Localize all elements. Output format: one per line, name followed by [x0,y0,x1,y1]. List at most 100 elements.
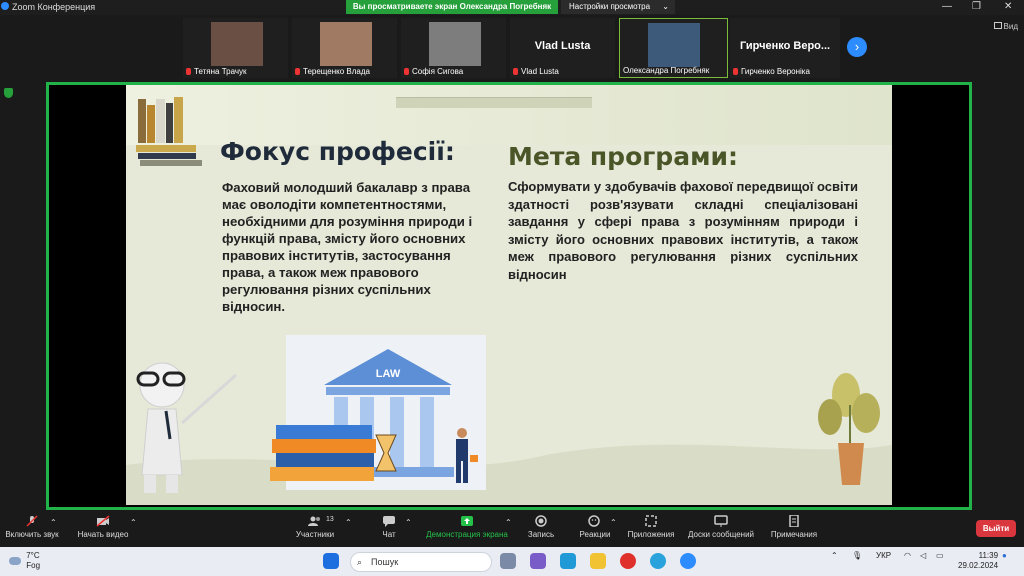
muted-mic-icon [404,68,409,76]
window-title: Zoom Конференция [12,2,96,12]
teams-icon[interactable] [530,553,546,569]
clock-date: 29.02.2024 [958,561,999,570]
chevron-down-icon: ⌄ [662,2,669,11]
file-explorer-icon[interactable] [590,553,606,569]
participant-name: Тетяна Трачук [186,67,247,76]
task-view-icon[interactable] [500,553,516,569]
windows-start-icon[interactable] [323,553,339,569]
mic-muted-icon [26,515,38,527]
whiteboards-button[interactable]: Доски сообщений [686,515,756,539]
edge-browser-icon[interactable] [560,553,576,569]
record-icon [535,515,547,527]
participant-tile[interactable]: Терещенко Влада [292,18,397,78]
slide-text-goal: Сформувати у здобувачів фахової передвищ… [508,179,858,282]
reactions-button[interactable]: Реакции [576,515,614,539]
wifi-icon[interactable]: ◠ [904,551,911,560]
next-participants-button[interactable]: › [847,37,867,57]
participant-name: Гирченко Вероніка [733,67,810,76]
participant-big-name: Vlad Lusta [534,40,591,52]
volume-icon[interactable]: ◁ [920,551,926,560]
weather-temp: 7°C [26,551,40,560]
start-video-button[interactable]: Начать видео [74,515,132,539]
apps-button[interactable]: Приложения [627,515,675,539]
taskbar-search[interactable]: ⌕ Пошук [350,552,492,572]
participant-tile[interactable]: Тетяна Трачук [183,18,288,78]
law-illustration: LAW [126,335,892,505]
leave-button[interactable]: Выйти [976,520,1016,537]
participant-tile[interactable]: Vlad Lusta Vlad Lusta [510,18,615,78]
notification-icon[interactable]: ● [1002,551,1007,560]
participant-name: Терещенко Влада [295,67,370,76]
whiteboards-label: Доски сообщений [687,530,754,539]
unmute-label: Включить звук [5,530,59,539]
participant-name: Софія Сигова [404,67,463,76]
chat-chevron-icon[interactable]: ⌃ [405,518,412,527]
participant-video [320,22,372,66]
view-button-label: Вид [1003,22,1018,31]
record-button[interactable]: Запись [524,515,558,539]
minimize-icon[interactable]: — [942,1,952,12]
muted-mic-icon [295,68,300,76]
notes-button[interactable]: Примечания [768,515,820,539]
participant-name: Олександра Погребняк [623,66,710,75]
muted-mic-icon [513,68,518,76]
share-screen-icon [461,516,473,526]
share-banner: Вы просматриваете экран Олександра Погре… [346,0,558,14]
weather-widget[interactable]: 7°C Fog [9,551,40,571]
zoom-taskbar-icon[interactable] [680,553,696,569]
video-options-chevron-icon[interactable]: ⌃ [130,518,137,527]
chat-label: Чат [382,530,396,539]
participants-icon [308,516,320,526]
clock-time: 11:39 [978,551,999,560]
share-screen-button[interactable]: Демонстрация экрана [423,515,511,539]
language-indicator[interactable]: УКР [876,551,891,560]
video-off-icon [96,515,110,527]
reactions-chevron-icon[interactable]: ⌃ [610,518,617,527]
share-chevron-icon[interactable]: ⌃ [505,518,512,527]
slide-heading-focus: Фокус професії: [220,137,455,166]
opera-icon[interactable] [620,553,636,569]
chat-button[interactable]: Чат [374,515,404,539]
grid-icon [993,22,1002,29]
slide-heading-goal: Мета програми: [508,142,739,171]
audio-options-chevron-icon[interactable]: ⌃ [50,518,57,527]
share-screen-label: Демонстрация экрана [426,530,508,539]
microphone-tray-icon[interactable]: 🎙 [852,551,862,560]
books-icon [136,97,202,166]
view-options-label: Настройки просмотра [569,2,651,11]
slide-decor-bar [396,97,592,108]
participant-video [211,22,263,66]
view-button[interactable]: Вид [993,22,1018,31]
telegram-icon[interactable] [650,553,666,569]
participant-video [648,23,700,67]
zoom-logo-icon [1,2,9,10]
participant-tile[interactable]: Гирченко Веро... Гирченко Вероніка [730,18,840,78]
participant-name: Vlad Lusta [513,67,559,76]
apps-icon [645,515,657,527]
participant-tile-active[interactable]: Олександра Погребняк [619,18,728,78]
participants-chevron-icon[interactable]: ⌃ [345,518,352,527]
start-video-label: Начать видео [77,530,129,539]
fog-icon [9,557,21,565]
slide-text-focus: Фаховий молодший бакалавр з права має ов… [222,180,473,314]
muted-mic-icon [186,68,191,76]
chat-icon [383,516,395,527]
reactions-label: Реакции [579,530,611,539]
battery-icon[interactable]: ▭ [936,551,944,560]
tray-overflow-icon[interactable]: ⌃ [831,551,838,560]
search-placeholder: Пошук [371,557,399,567]
participants-count: 13 [326,516,334,523]
reactions-icon [588,515,600,527]
law-label: LAW [376,368,401,380]
apps-label: Приложения [627,530,675,539]
maximize-icon[interactable]: ❐ [972,1,981,12]
participant-tile[interactable]: Софія Сигова [401,18,506,78]
view-options-button[interactable]: Настройки просмотра ⌄ [561,0,675,14]
taskbar-clock[interactable]: 11:39 29.02.2024 [958,551,998,571]
participant-video [429,22,481,66]
muted-mic-icon [733,68,738,76]
slide-top-band [126,85,892,145]
notes-icon [789,515,799,527]
close-icon[interactable]: ✕ [1004,1,1012,12]
security-shield-icon [4,88,13,98]
